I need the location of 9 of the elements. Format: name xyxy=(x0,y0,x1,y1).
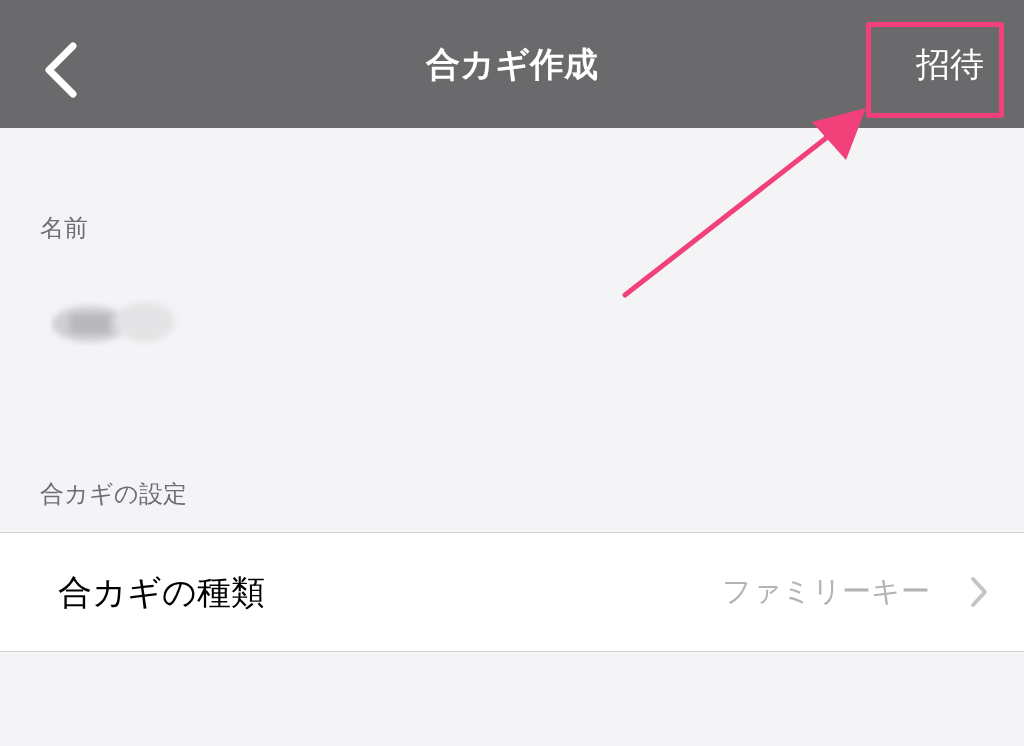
nav-title: 合カギ作成 xyxy=(426,42,598,86)
section-header: 合カギの設定 xyxy=(40,480,187,508)
row-label: 合カギの種類 xyxy=(58,570,266,614)
section-header: 名前 xyxy=(40,214,88,242)
back-icon xyxy=(43,42,77,98)
row-value: ファミリーキー xyxy=(722,573,930,611)
settings-row[interactable]: 合カギの種類 ファミリーキー xyxy=(0,533,1024,651)
invite-button[interactable]: 招待 xyxy=(916,40,984,88)
chevron-icon xyxy=(970,576,988,608)
